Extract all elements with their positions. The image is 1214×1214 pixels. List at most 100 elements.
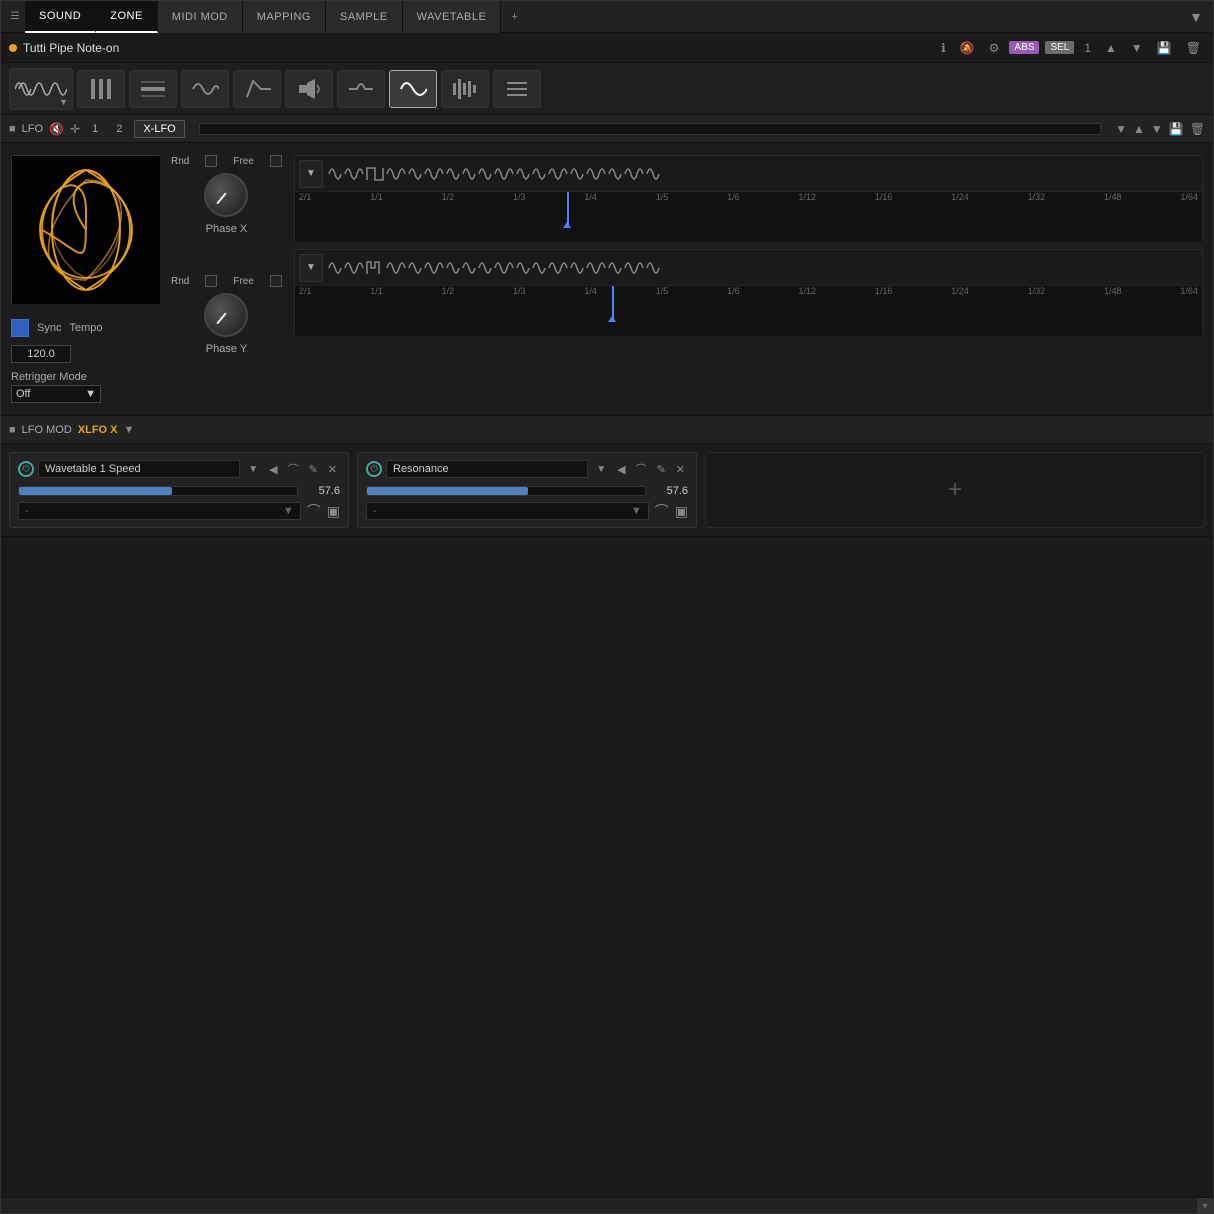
wave-x-selector[interactable]	[327, 160, 757, 188]
mod-2-row2: - ▼ ⌒ ▣	[366, 501, 688, 521]
lfo-dropdown-icon[interactable]: ▼	[1115, 122, 1127, 136]
phase-y-knob[interactable]	[204, 293, 248, 337]
mod-2-curve-icon[interactable]: ⌒	[633, 459, 650, 479]
waveform-speaker-btn[interactable]	[285, 70, 333, 108]
waveform-main-btn[interactable]: ▼	[9, 68, 73, 110]
waveform-sine-btn[interactable]	[389, 70, 437, 108]
phase-x-knob[interactable]	[204, 173, 248, 217]
tab-sample[interactable]: SAMPLE	[326, 1, 403, 33]
mod-1-close-icon[interactable]: ✕	[325, 461, 340, 478]
tab-bar-menu-icon[interactable]: ☰	[5, 11, 25, 22]
waveform-bars2-btn[interactable]	[441, 70, 489, 108]
mod-1-name[interactable]: Wavetable 1 Speed	[38, 460, 240, 478]
free-y-checkbox[interactable]	[270, 275, 282, 287]
mod-1-left-arrow[interactable]: ◀	[266, 461, 280, 478]
rate-y-marker	[608, 316, 616, 322]
lfo-mod-dropdown-icon[interactable]: ▼	[124, 424, 135, 436]
waveform-env-btn[interactable]	[233, 70, 281, 108]
tab-sound[interactable]: SOUND	[25, 1, 96, 33]
mod-1-edit-icon[interactable]: ✎	[306, 461, 321, 478]
wave-y-selector[interactable]	[327, 254, 757, 282]
rate-x-labels: 2/1 1/1 1/2 1/3 1/4 1/5 1/6 1/12 1/16 1/…	[295, 192, 1202, 202]
rate-y-indicator	[612, 286, 614, 320]
mod-1-slider-row: 57.6	[18, 485, 340, 497]
mod-1-slider-fill	[19, 487, 172, 495]
mod-2-slider-track[interactable]	[366, 486, 646, 496]
lfo-up-icon[interactable]: ▲	[1133, 122, 1145, 136]
sel-button[interactable]: SEL	[1045, 41, 1074, 54]
bottom-scrollbar[interactable]: ▼	[1, 1197, 1213, 1213]
lfo-delete-icon[interactable]: 🗑	[1190, 122, 1205, 136]
tab-wavetable[interactable]: WAVETABLE	[403, 1, 502, 33]
mod-2-name[interactable]: Resonance	[386, 460, 588, 478]
delete-icon[interactable]: 🗑	[1182, 39, 1205, 57]
mod-2-curve-btn[interactable]: ⌒	[655, 501, 669, 521]
lfo-tab2[interactable]: 2	[110, 121, 128, 137]
wave-x-rate-area[interactable]: 2/1 1/1 1/2 1/3 1/4 1/5 1/6 1/12 1/16 1/…	[295, 192, 1202, 242]
mod-1-dropdown-icon[interactable]: ▼	[244, 462, 262, 477]
retrigger-select[interactable]: Off ▼	[11, 385, 101, 403]
mod-2-edit-icon[interactable]: ✎	[654, 461, 669, 478]
mod-2-power-btn[interactable]	[366, 461, 382, 477]
lfo-mod-collapse-icon[interactable]: ■	[9, 424, 16, 436]
mod-cards-row: Wavetable 1 Speed ▼ ◀ ⌒ ✎ ✕ 57.6 -	[1, 444, 1213, 536]
lfo-body: Sync Tempo 120.0 Retrigger Mode Off ▼	[1, 143, 1213, 415]
mod-card-2-header: Resonance ▼ ◀ ⌒ ✎ ✕	[366, 459, 688, 479]
settings-icon[interactable]: ⚙	[985, 39, 1004, 57]
mod-2-left-arrow[interactable]: ◀	[614, 461, 628, 478]
lfo-amount-slider[interactable]	[199, 123, 1101, 135]
tab-midi-mod[interactable]: MIDI MOD	[158, 1, 243, 33]
waveform-list-btn[interactable]	[493, 70, 541, 108]
move-up-icon[interactable]: ▲	[1101, 39, 1121, 57]
waveform-filter-btn[interactable]	[337, 70, 385, 108]
tab-add-button[interactable]: +	[501, 7, 527, 27]
free-x-checkbox[interactable]	[270, 155, 282, 167]
waveform-wave2-btn[interactable]	[181, 70, 229, 108]
mod-1-curve2-btn[interactable]: ▣	[327, 503, 340, 520]
info-icon[interactable]: ℹ	[937, 39, 950, 57]
waveform-toolbar: ▼	[1, 63, 1213, 115]
lfo-collapse-icon[interactable]: ■	[9, 123, 16, 135]
rnd-x-checkbox[interactable]	[205, 155, 217, 167]
waveform-flat-btn[interactable]	[129, 70, 177, 108]
lfo-xlfo-btn[interactable]: X-LFO	[134, 120, 184, 138]
mod-1-source-select[interactable]: - ▼	[18, 502, 301, 520]
mod-2-source-select[interactable]: - ▼	[366, 502, 649, 520]
lfo-tab1[interactable]: 1	[86, 121, 104, 137]
tab-bar-collapse-icon[interactable]: ▼	[1189, 9, 1209, 25]
lfo-down-icon[interactable]: ▼	[1151, 122, 1163, 136]
mod-1-curve-btn[interactable]: ⌒	[307, 501, 321, 521]
lfo-move-icon[interactable]: ✛	[70, 122, 80, 136]
lfo-mod-section: ■ LFO MOD XLFO X ▼ Wavetable 1 Speed ▼ ◀…	[1, 416, 1213, 537]
abs-button[interactable]: ABS	[1009, 41, 1039, 54]
tab-zone[interactable]: ZONE	[96, 1, 158, 33]
mod-2-close-icon[interactable]: ✕	[673, 461, 688, 478]
mod-1-curve-icon[interactable]: ⌒	[285, 459, 302, 479]
tempo-value[interactable]: 120.0	[11, 345, 71, 363]
lfo-mute-icon[interactable]: 🔇	[49, 122, 64, 136]
mod-card-2: Resonance ▼ ◀ ⌒ ✎ ✕ 57.6 - ▼	[357, 452, 697, 528]
add-mod-card[interactable]: +	[705, 452, 1205, 528]
mod-1-row2: - ▼ ⌒ ▣	[18, 501, 340, 521]
sync-toggle[interactable]	[11, 319, 29, 337]
move-down-icon[interactable]: ▼	[1127, 39, 1147, 57]
tab-mapping[interactable]: MAPPING	[243, 1, 326, 33]
mod-1-power-btn[interactable]	[18, 461, 34, 477]
waveform-vertical-bars-btn[interactable]	[77, 70, 125, 108]
mute-icon[interactable]: 🔕	[956, 39, 979, 57]
tempo-label: Tempo	[69, 322, 102, 334]
scroll-down-btn[interactable]: ▼	[1197, 1198, 1213, 1214]
lfo-save-icon[interactable]: 💾	[1169, 122, 1184, 136]
wave-y-dropdown-btn[interactable]: ▼	[299, 254, 323, 282]
mod-card-1: Wavetable 1 Speed ▼ ◀ ⌒ ✎ ✕ 57.6 -	[9, 452, 349, 528]
mod-1-slider-track[interactable]	[18, 486, 298, 496]
wave-x-dropdown-btn[interactable]: ▼	[299, 160, 323, 188]
mod-2-value: 57.6	[652, 485, 688, 497]
save-icon[interactable]: 💾	[1153, 39, 1176, 57]
wave-y-rate-area[interactable]: 2/1 1/1 1/2 1/3 1/4 1/5 1/6 1/12 1/16 1/…	[295, 286, 1202, 336]
lfo-mod-source-label[interactable]: XLFO X	[78, 424, 118, 436]
mod-2-curve2-btn[interactable]: ▣	[675, 503, 688, 520]
rnd-y-checkbox[interactable]	[205, 275, 217, 287]
mod-2-dropdown-icon[interactable]: ▼	[592, 462, 610, 477]
mod-1-source-label: -	[25, 505, 29, 517]
